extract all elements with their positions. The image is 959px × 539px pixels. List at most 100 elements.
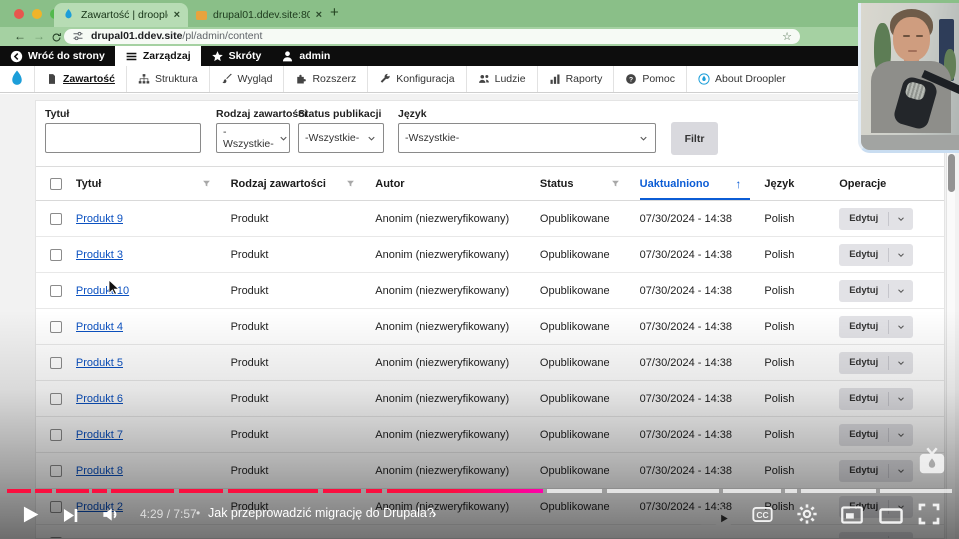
edit-button-label[interactable]: Edytuj xyxy=(839,357,888,368)
menu-item-ludzie[interactable]: Ludzie xyxy=(465,66,537,92)
edit-split-button[interactable]: Edytuj xyxy=(839,243,914,266)
progress-segment-played[interactable] xyxy=(323,489,361,493)
content-title-link[interactable]: Produkt 4 xyxy=(76,321,123,333)
chapter-chevron-icon[interactable]: › xyxy=(432,506,436,521)
progress-segment-remaining[interactable] xyxy=(785,489,797,493)
content-title-link[interactable]: Produkt 6 xyxy=(76,393,123,405)
progress-segment-remaining[interactable] xyxy=(547,489,602,493)
content-title-link[interactable]: Produkt 8 xyxy=(76,465,123,477)
progress-segment-remaining[interactable] xyxy=(723,489,781,493)
title-filter-input[interactable] xyxy=(45,123,201,153)
tab-close-icon[interactable]: × xyxy=(316,9,322,21)
content-title-link[interactable]: Produkt 7 xyxy=(76,429,123,441)
edit-dropdown-toggle[interactable] xyxy=(889,358,913,368)
edit-split-button[interactable]: Edytuj xyxy=(839,207,914,230)
row-checkbox[interactable] xyxy=(49,212,62,225)
scrollbar-thumb[interactable] xyxy=(948,154,955,192)
edit-button-label[interactable]: Edytuj xyxy=(839,429,888,440)
edit-dropdown-toggle[interactable] xyxy=(889,214,913,224)
row-checkbox[interactable] xyxy=(49,284,62,297)
tab-close-icon[interactable]: × xyxy=(174,9,180,21)
menu-item-konfiguracja[interactable]: Konfiguracja xyxy=(367,66,465,92)
edit-dropdown-toggle[interactable] xyxy=(889,322,913,332)
progress-segment-played[interactable] xyxy=(228,489,318,493)
progress-segment-played[interactable] xyxy=(179,489,223,493)
edit-split-button[interactable]: Edytuj xyxy=(839,315,914,338)
fullscreen-icon[interactable] xyxy=(917,502,941,526)
progress-segment-remaining[interactable] xyxy=(801,489,876,493)
col-header-tytuł[interactable]: Tytuł xyxy=(76,167,231,200)
row-checkbox[interactable] xyxy=(49,464,62,477)
settings-gear-icon[interactable] xyxy=(796,503,818,525)
edit-dropdown-toggle[interactable] xyxy=(889,394,913,404)
new-tab-button[interactable]: + xyxy=(330,4,339,21)
miniplayer-icon[interactable] xyxy=(840,503,864,527)
forward-icon[interactable]: → xyxy=(33,29,45,43)
captions-icon[interactable]: CC xyxy=(752,504,773,525)
col-header-język[interactable]: Język xyxy=(764,167,839,200)
filter-submit-button[interactable]: Filtr xyxy=(671,122,718,155)
progress-segment-played[interactable] xyxy=(92,489,107,493)
language-filter-select[interactable]: -Wszystkie- xyxy=(398,123,656,153)
select-all-checkbox[interactable] xyxy=(49,177,62,190)
edit-split-button[interactable]: Edytuj xyxy=(839,459,914,482)
edit-button-label[interactable]: Edytuj xyxy=(839,285,888,296)
edit-button-label[interactable]: Edytuj xyxy=(839,249,888,260)
col-header-rodzaj-zawartości[interactable]: Rodzaj zawartości xyxy=(231,167,376,200)
next-icon[interactable] xyxy=(61,506,80,525)
menu-item-zawartość[interactable]: Zawartość xyxy=(34,66,126,92)
minimize-window-button[interactable] xyxy=(32,9,42,19)
row-checkbox[interactable] xyxy=(49,320,62,333)
progress-segment-remaining[interactable] xyxy=(880,489,952,493)
play-icon[interactable] xyxy=(20,504,41,525)
menu-item-rozszerz[interactable]: Rozszerz xyxy=(283,66,367,92)
video-progress-bar[interactable] xyxy=(0,489,959,493)
content-title-link[interactable]: Produkt 3 xyxy=(76,249,123,261)
menu-item-raporty[interactable]: Raporty xyxy=(536,66,614,92)
menu-item-pomoc[interactable]: ? Pomoc xyxy=(613,66,686,92)
edit-split-button[interactable]: Edytuj xyxy=(839,387,914,410)
chapter-title[interactable]: Jak przeprowadzić migrację do Drupala? xyxy=(208,506,434,520)
progress-segment-played[interactable] xyxy=(387,489,543,493)
edit-split-button[interactable]: Edytuj xyxy=(839,423,914,446)
edit-dropdown-toggle[interactable] xyxy=(889,286,913,296)
col-header-autor[interactable]: Autor xyxy=(375,167,540,200)
edit-dropdown-toggle[interactable] xyxy=(889,466,913,476)
progress-segment-played[interactable] xyxy=(7,489,31,493)
content-title-link[interactable]: Produkt 9 xyxy=(76,213,123,225)
close-window-button[interactable] xyxy=(14,9,24,19)
progress-segment-played[interactable] xyxy=(111,489,174,493)
row-checkbox[interactable] xyxy=(49,428,62,441)
row-checkbox[interactable] xyxy=(49,392,62,405)
admin-user-tab[interactable]: admin xyxy=(271,46,340,66)
edit-dropdown-toggle[interactable] xyxy=(889,430,913,440)
tab-inactive[interactable]: drupal01.ddev.site:8037 / d × xyxy=(196,5,322,25)
content-title-link[interactable]: Produkt 5 xyxy=(76,357,123,369)
reload-icon[interactable] xyxy=(51,30,62,44)
status-filter-select[interactable]: -Wszystkie- xyxy=(298,123,384,153)
row-checkbox[interactable] xyxy=(49,248,62,261)
back-to-site-button[interactable]: Wróć do strony xyxy=(0,46,115,66)
edit-button-label[interactable]: Edytuj xyxy=(839,465,888,476)
menu-item-struktura[interactable]: Struktura xyxy=(125,66,209,92)
row-checkbox[interactable] xyxy=(49,356,62,369)
progress-segment-played[interactable] xyxy=(35,489,52,493)
col-header-status[interactable]: Status xyxy=(540,167,640,200)
edit-split-button[interactable]: Edytuj xyxy=(839,279,914,302)
edit-button-label[interactable]: Edytuj xyxy=(839,213,888,224)
col-header-operacje[interactable]: Operacje xyxy=(839,167,944,200)
tab-active[interactable]: Zawartość | droopler × xyxy=(54,3,188,27)
edit-button-label[interactable]: Edytuj xyxy=(839,321,888,332)
url-bar[interactable]: drupal01.ddev.site/pl/admin/content ☆ xyxy=(64,28,800,44)
progress-segment-played[interactable] xyxy=(366,489,382,493)
menu-item-wygląd[interactable]: Wygląd xyxy=(208,66,284,92)
type-filter-select[interactable]: -Wszystkie- xyxy=(216,123,290,153)
edit-dropdown-toggle[interactable] xyxy=(889,250,913,260)
theater-mode-icon[interactable] xyxy=(878,503,904,529)
progress-segment-played[interactable] xyxy=(56,489,89,493)
manage-tab[interactable]: Zarządzaj xyxy=(114,46,201,66)
bookmark-star-icon[interactable]: ☆ xyxy=(782,30,792,43)
scrollbar-track[interactable] xyxy=(946,151,955,539)
edit-button-label[interactable]: Edytuj xyxy=(839,393,888,404)
menu-item-about-droopler[interactable]: About Droopler xyxy=(686,66,797,92)
